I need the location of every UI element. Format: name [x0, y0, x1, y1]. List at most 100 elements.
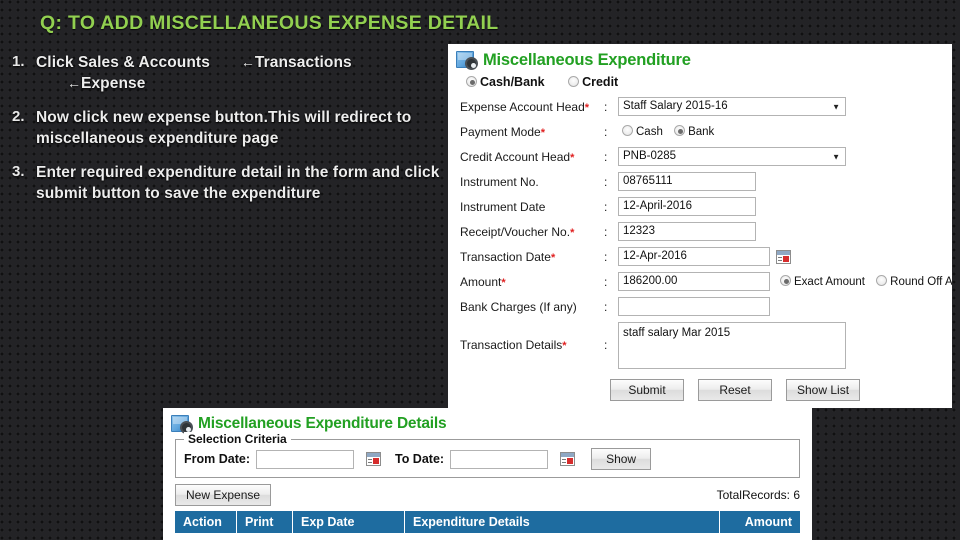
to-date-input[interactable] [450, 449, 549, 469]
credit-account-head-value: PNB-0285 [623, 150, 677, 162]
label-instrument-date: Instrument Date [460, 200, 604, 214]
label-expense-account-head: Expense Account Head* [460, 100, 604, 114]
label-bank-charges: Bank Charges (If any) [460, 300, 604, 314]
column-header-expenditure-details[interactable]: Expenditure Details [405, 511, 720, 533]
label-credit-account-head: Credit Account Head* [460, 150, 604, 164]
colon-separator: : [604, 174, 608, 189]
show-list-button[interactable]: Show List [786, 379, 861, 401]
form-panel-title: Miscellaneous Expenditure [483, 50, 691, 69]
calendar-icon[interactable] [776, 249, 791, 264]
radio-credit[interactable]: Credit [568, 75, 618, 89]
label-amount: Amount* [460, 275, 604, 289]
colon-separator: : [604, 338, 608, 352]
label-transaction-date: Transaction Date* [460, 250, 604, 264]
expense-account-head-value: Staff Salary 2015-16 [623, 100, 728, 112]
instrument-no-input[interactable]: 08765111 [618, 172, 756, 191]
miscellaneous-expenditure-details-screenshot: Miscellaneous Expenditure Details Select… [163, 408, 812, 540]
radio-exact-amount[interactable]: Exact Amount [780, 275, 865, 288]
list-item: 1. Click Sales & Accounts ←Transactions ←… [6, 52, 446, 94]
expenditure-table-header-row: Action Print Exp Date Expenditure Detail… [175, 511, 800, 533]
value-expense-account-head: Staff Salary 2015-16 ▼ [618, 97, 846, 116]
arrow-left-icon: ← [67, 75, 81, 91]
label-instrument-no: Instrument No. [460, 175, 604, 189]
form-action-buttons: Submit Reset Show List [460, 371, 952, 401]
payment-mode-radio-group[interactable]: Cash Bank [618, 125, 722, 138]
radio-round-off-amount[interactable]: Round Off Amount [876, 275, 952, 288]
submit-button[interactable]: Submit [610, 379, 684, 401]
label-text: Transaction Details [460, 338, 563, 352]
required-asterisk: * [584, 101, 590, 114]
list-item: 3. Enter required expenditure detail in … [6, 162, 446, 204]
instruction-steps-list: 1. Click Sales & Accounts ←Transactions ←… [6, 52, 446, 217]
new-expense-button[interactable]: New Expense [175, 484, 272, 506]
required-asterisk: * [550, 251, 556, 264]
radio-round-off-amount-icon[interactable] [876, 275, 888, 286]
reset-button[interactable]: Reset [698, 379, 772, 401]
credit-account-head-select[interactable]: PNB-0285 ▼ [618, 147, 846, 166]
step1-part1: Click Sales & Accounts [36, 54, 210, 71]
value-amount: 186200.00 Exact Amount Round Off Amount [618, 272, 952, 291]
receipt-voucher-no-input[interactable]: 12323 [618, 222, 756, 241]
selection-criteria-row: From Date: To Date: Show [184, 444, 791, 470]
field-row-transaction-date: Transaction Date* : 12-Apr-2016 [460, 244, 952, 269]
form-panel-header: Miscellaneous Expenditure [448, 44, 952, 72]
label-transaction-details: Transaction Details* [460, 338, 604, 352]
chevron-down-icon[interactable]: ▼ [832, 148, 840, 165]
radio-round-off-amount-label: Round Off Amount [890, 276, 952, 288]
column-header-amount[interactable]: Amount [720, 511, 800, 533]
amount-input[interactable]: 186200.00 [618, 272, 770, 291]
step1-part2: Transactions [254, 54, 352, 71]
slide-canvas: Q: TO ADD MISCELLANEOUS EXPENSE DETAIL 1… [0, 0, 960, 540]
show-button[interactable]: Show [591, 448, 652, 470]
miscellaneous-expenditure-form-screenshot: Miscellaneous Expenditure Cash/Bank Cred… [448, 44, 952, 408]
label-text: Credit Account Head [460, 149, 571, 164]
step-text: Enter required expenditure detail in the… [36, 164, 440, 202]
expense-account-head-select[interactable]: Staff Salary 2015-16 ▼ [618, 97, 846, 116]
radio-cash-bank[interactable]: Cash/Bank [466, 75, 545, 89]
radio-cash-bank-icon[interactable] [466, 76, 477, 87]
chevron-down-icon[interactable]: ▼ [832, 98, 840, 115]
app-window-gear-icon [171, 414, 193, 434]
column-header-exp-date[interactable]: Exp Date [293, 511, 405, 533]
calendar-icon[interactable] [365, 452, 381, 466]
value-transaction-details: staff salary Mar 2015 [618, 321, 846, 369]
radio-exact-amount-label: Exact Amount [794, 276, 865, 288]
required-asterisk: * [570, 151, 575, 164]
bank-charges-input[interactable] [618, 297, 770, 316]
radio-payment-bank[interactable]: Bank [674, 125, 714, 138]
required-asterisk: * [540, 126, 545, 139]
radio-credit-icon[interactable] [568, 76, 580, 87]
total-records-label: TotalRecords: 6 [716, 488, 800, 502]
column-header-print[interactable]: Print [237, 511, 293, 533]
value-instrument-no: 08765111 [618, 172, 756, 191]
column-header-action[interactable]: Action [175, 511, 237, 533]
instrument-date-input[interactable]: 12-April-2016 [618, 197, 756, 216]
step-text: Click Sales & Accounts ←Transactions ←Exp… [36, 52, 446, 94]
amount-rounding-radio-group[interactable]: Exact Amount Round Off Amount [780, 275, 952, 288]
value-credit-account-head: PNB-0285 ▼ [618, 147, 846, 166]
value-receipt-voucher-no: 12323 [618, 222, 756, 241]
step-text: Now click new expense button.This will r… [36, 109, 412, 147]
colon-separator: : [604, 124, 608, 139]
step-number: 3. [12, 163, 25, 180]
transaction-date-input[interactable]: 12-Apr-2016 [618, 247, 770, 266]
calendar-icon[interactable] [560, 452, 576, 466]
field-row-credit-account-head: Credit Account Head* : PNB-0285 ▼ [460, 144, 952, 169]
app-window-gear-icon [456, 50, 478, 70]
transaction-details-textarea[interactable]: staff salary Mar 2015 [618, 321, 846, 369]
label-text: Payment Mode [460, 124, 541, 139]
radio-payment-cash[interactable]: Cash [622, 125, 663, 138]
radio-payment-cash-icon[interactable] [622, 125, 633, 136]
arrow-left-icon: ← [240, 54, 255, 70]
field-row-bank-charges: Bank Charges (If any) : [460, 294, 952, 319]
colon-separator: : [604, 199, 608, 214]
radio-payment-bank-icon[interactable] [674, 125, 686, 136]
label-text: Instrument Date [460, 199, 546, 214]
radio-exact-amount-icon[interactable] [780, 275, 791, 286]
from-date-input[interactable] [255, 449, 354, 469]
colon-separator: : [604, 274, 608, 289]
to-date-label: To Date: [394, 452, 445, 466]
step-number: 2. [12, 108, 25, 125]
transaction-type-radio-group[interactable]: Cash/Bank Credit [448, 72, 952, 93]
selection-criteria-fieldset: Selection Criteria From Date: To Date: S… [175, 432, 800, 478]
